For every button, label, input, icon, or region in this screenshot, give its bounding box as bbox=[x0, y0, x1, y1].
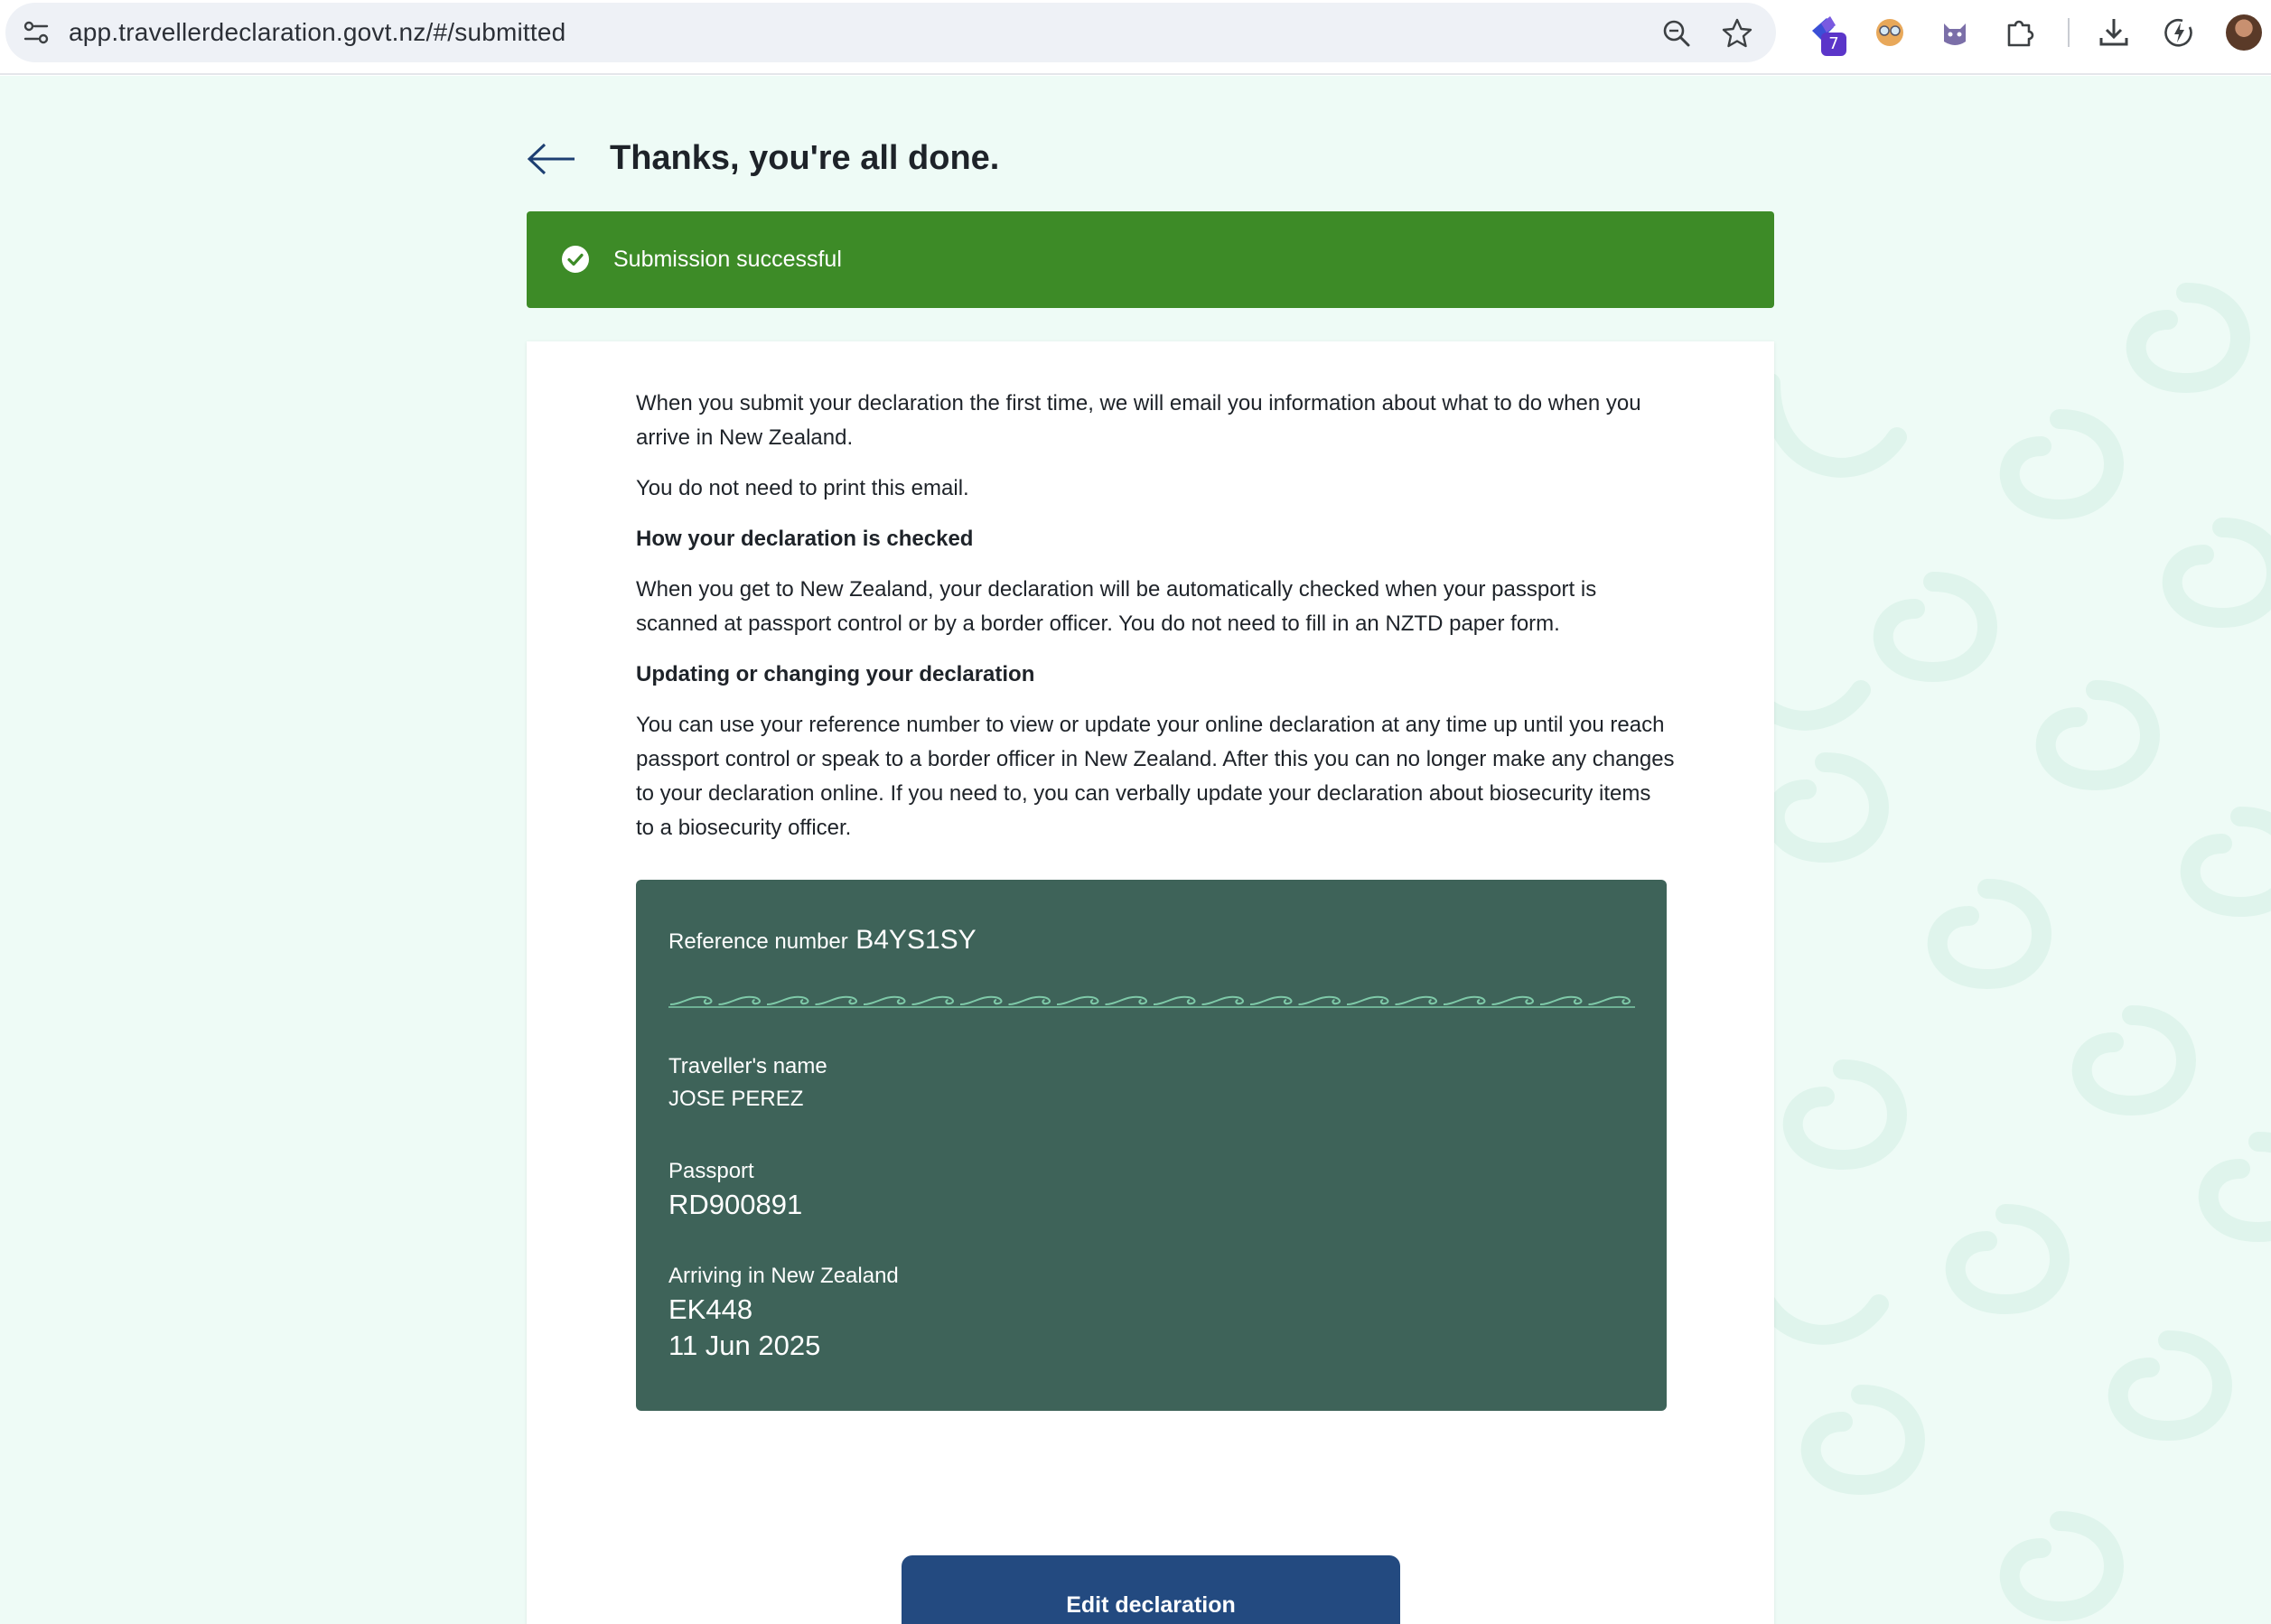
extensions-puzzle-icon[interactable] bbox=[2002, 14, 2038, 51]
zoom-icon[interactable] bbox=[1660, 17, 1693, 50]
extension-icon[interactable] bbox=[1872, 14, 1908, 51]
arrival-field: Arriving in New Zealand EK448 11 Jun 202… bbox=[668, 1261, 899, 1364]
checked-heading: How your declaration is checked bbox=[636, 527, 974, 551]
updating-heading: Updating or changing your declaration bbox=[636, 662, 1035, 686]
download-icon[interactable] bbox=[2096, 14, 2132, 51]
performance-icon[interactable] bbox=[2161, 14, 2197, 51]
arrival-date: 11 Jun 2025 bbox=[668, 1330, 821, 1361]
reference-label: Reference number bbox=[668, 929, 848, 954]
url-text[interactable]: app.travellerdeclaration.govt.nz/#/submi… bbox=[69, 18, 565, 47]
traveller-field: Traveller's name JOSE PEREZ bbox=[668, 1051, 827, 1116]
page-background: Thanks, you're all done. Submission succ… bbox=[0, 76, 2271, 1624]
reference-value: B4YS1SY bbox=[855, 925, 977, 955]
intro-text: When you submit your declaration the fir… bbox=[636, 391, 1641, 450]
confirmation-card: When you submit your declaration the fir… bbox=[527, 341, 1774, 1624]
site-info-icon[interactable] bbox=[22, 18, 51, 47]
passport-value: RD900891 bbox=[668, 1189, 803, 1220]
reference-number: Reference number B4YS1SY bbox=[668, 925, 977, 956]
passport-field: Passport RD900891 bbox=[668, 1156, 802, 1223]
toolbar-separator bbox=[2068, 18, 2070, 47]
info-content: When you submit your declaration the fir… bbox=[636, 387, 1675, 862]
updating-text: You can use your reference number to vie… bbox=[636, 713, 1675, 840]
flight-number: EK448 bbox=[668, 1293, 753, 1325]
reference-panel: Reference number B4YS1SY Traveller's nam… bbox=[636, 880, 1667, 1411]
browser-toolbar: app.travellerdeclaration.govt.nz/#/submi… bbox=[0, 0, 2271, 75]
traveller-value: JOSE PEREZ bbox=[668, 1087, 804, 1111]
bookmark-star-icon[interactable] bbox=[1721, 17, 1753, 50]
address-bar[interactable]: app.travellerdeclaration.govt.nz/#/submi… bbox=[5, 3, 1776, 62]
passport-label: Passport bbox=[668, 1159, 754, 1183]
traveller-label: Traveller's name bbox=[668, 1054, 827, 1078]
profile-avatar[interactable] bbox=[2226, 14, 2262, 51]
checked-text: When you get to New Zealand, your declar… bbox=[636, 577, 1597, 636]
extension-badge: 7 bbox=[1821, 33, 1846, 56]
back-arrow-icon[interactable] bbox=[527, 143, 577, 175]
koru-pattern-decoration bbox=[1724, 283, 2271, 1622]
koru-divider-decoration bbox=[668, 990, 1635, 1010]
success-banner: Submission successful bbox=[527, 211, 1774, 308]
success-message: Submission successful bbox=[613, 247, 842, 272]
arriving-label: Arriving in New Zealand bbox=[668, 1264, 899, 1288]
check-circle-icon bbox=[562, 246, 589, 273]
edit-declaration-button[interactable]: Edit declaration bbox=[902, 1555, 1400, 1624]
no-print-text: You do not need to print this email. bbox=[636, 476, 969, 500]
extension-icon[interactable] bbox=[1937, 14, 1973, 51]
page-title: Thanks, you're all done. bbox=[610, 139, 1000, 177]
